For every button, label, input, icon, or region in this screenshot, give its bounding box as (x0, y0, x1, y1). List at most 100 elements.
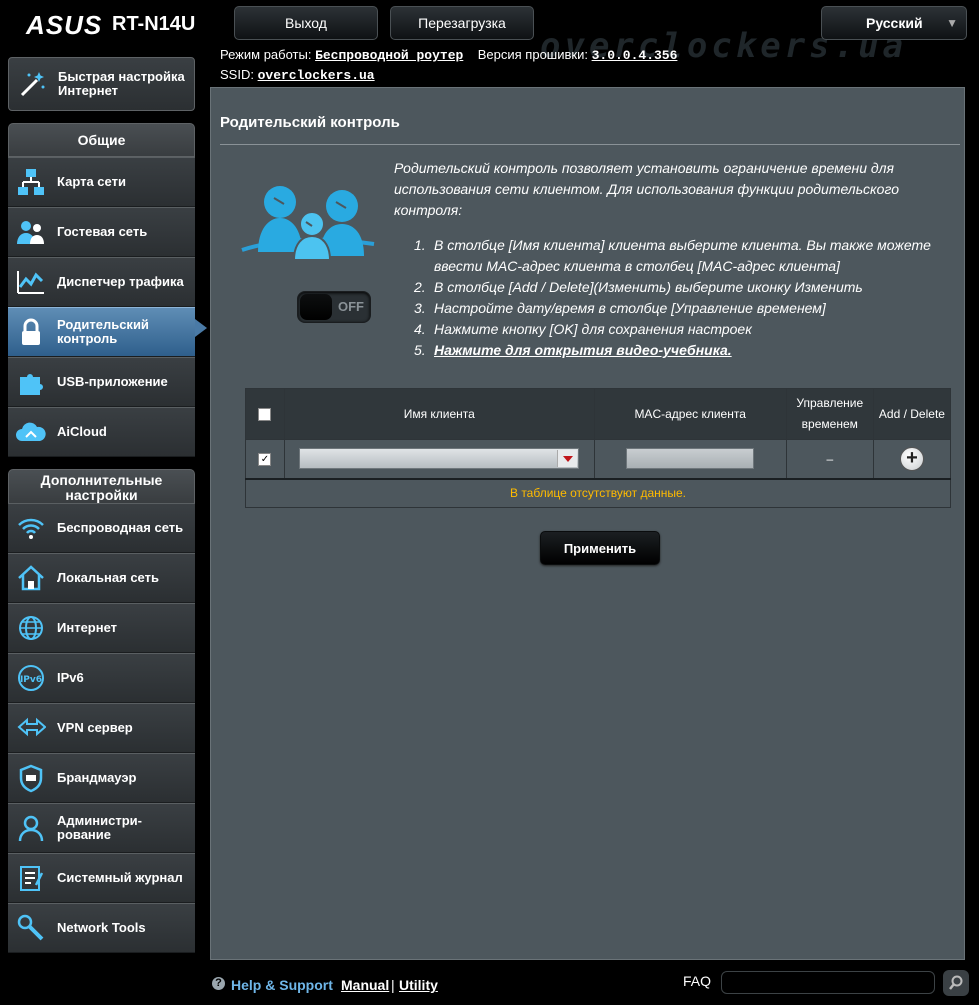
model-name: RT-N14U (112, 13, 196, 35)
sidebar-item-wireless[interactable]: Беспроводная сеть (8, 503, 195, 553)
apply-button[interactable]: Применить (540, 531, 660, 565)
log-icon (15, 862, 47, 894)
mode-label: Режим работы: (220, 47, 312, 62)
toggle-state: OFF (338, 299, 364, 314)
active-indicator (195, 319, 207, 337)
language-select[interactable]: Русский ▼ (821, 6, 967, 40)
sidebar-item-traffic-manager[interactable]: Диспетчер трафика (8, 257, 195, 307)
traffic-manager-icon (15, 266, 47, 298)
dropdown-arrow-icon (557, 450, 578, 468)
add-cell: + (872, 439, 952, 479)
sidebar-item-usb-application[interactable]: USB-приложение (8, 357, 195, 407)
sidebar-item-label: VPN сервер (57, 720, 133, 735)
select-all-header (245, 388, 285, 440)
general-header: Общие (8, 123, 195, 157)
add-icon[interactable]: + (899, 446, 924, 471)
advanced-header: Дополнительные настройки (8, 469, 195, 504)
mac-address-input[interactable] (626, 448, 755, 470)
cloud-icon (15, 416, 47, 448)
client-table: Имя клиента MAC-адрес клиента Управление… (245, 388, 952, 508)
sidebar-item-label: Администри-рование (57, 813, 142, 842)
help-icon: ? (212, 977, 225, 990)
quick-setup-label: Быстрая настройка Интернет (58, 69, 185, 98)
language-value: Русский (866, 15, 923, 31)
sidebar-item-label: Системный журнал (57, 870, 183, 885)
client-name-header: Имя клиента (283, 388, 595, 440)
ssid-link[interactable]: overclockers.ua (258, 68, 375, 83)
sidebar-item-label: IPv6 (57, 670, 84, 685)
mode-link[interactable]: Беспроводной роутер (315, 48, 463, 63)
guest-network-icon (15, 216, 47, 248)
sidebar-item-system-log[interactable]: Системный журнал (8, 853, 195, 903)
asus-logo: ASUS (26, 10, 103, 40)
sidebar-item-lan[interactable]: Локальная сеть (8, 553, 195, 603)
add-delete-header: Add / Delete (872, 388, 952, 440)
sidebar-item-aicloud[interactable]: AiCloud (8, 407, 195, 457)
wifi-icon (15, 512, 47, 544)
instructions-list: 1. В столбце [Имя клиента] клиента выбери… (414, 235, 954, 361)
sidebar-item-label: Локальная сеть (57, 570, 159, 585)
sidebar-item-label: Network Tools (57, 920, 146, 935)
manual-link[interactable]: Manual (341, 977, 389, 993)
select-all-checkbox[interactable] (258, 407, 272, 421)
quick-setup-button[interactable]: Быстрая настройка Интернет (8, 57, 195, 111)
sidebar-item-label: Карта сети (57, 174, 126, 189)
row-checkbox[interactable]: ✓ (258, 452, 272, 466)
utility-link[interactable]: Utility (399, 977, 438, 993)
mac-address-header: MAC-адрес клиента (593, 388, 787, 440)
title-divider (220, 144, 960, 145)
ipv6-icon: IPv6 (15, 662, 47, 694)
sidebar-item-firewall[interactable]: Брандмауэр (8, 753, 195, 803)
sidebar-item-network-tools[interactable]: Network Tools (8, 903, 195, 953)
instruction-step: 3. Настройте дату/время в столбце [Управл… (414, 300, 826, 316)
mac-cell (593, 439, 787, 479)
table-row: ✓ – + (245, 439, 952, 479)
help-support-link[interactable]: Help & Support (231, 977, 333, 993)
time-control-cell: – (785, 439, 874, 479)
puzzle-icon (15, 366, 47, 398)
parental-control-toggle[interactable]: OFF (297, 291, 371, 323)
sidebar-item-label: Интернет (57, 620, 118, 635)
firmware-link[interactable]: 3.0.0.4.356 (592, 48, 678, 63)
page-title: Родительский контроль (220, 114, 400, 131)
vpn-icon (15, 712, 47, 744)
sidebar-item-label: Диспетчер трафика (57, 274, 184, 289)
logout-button[interactable]: Выход (234, 6, 378, 40)
sidebar-item-network-map[interactable]: Карта сети (8, 157, 195, 207)
sidebar-item-label: USB-приложение (57, 374, 168, 389)
sidebar-item-label: Брандмауэр (57, 770, 137, 785)
client-cell (283, 439, 595, 479)
sidebar-item-internet[interactable]: Интернет (8, 603, 195, 653)
reboot-button[interactable]: Перезагрузка (390, 6, 534, 40)
toggle-knob (300, 294, 332, 320)
table-row: В таблице отсутствуют данные. (245, 477, 951, 508)
empty-message: В таблице отсутствуют данные. (245, 477, 951, 508)
home-icon (15, 562, 47, 594)
sidebar-item-vpn-server[interactable]: VPN сервер (8, 703, 195, 753)
sidebar-item-parental-control[interactable]: Родительский контроль (8, 307, 195, 357)
sidebar-item-label: Родительский контроль (57, 317, 149, 346)
search-icon[interactable] (943, 970, 969, 996)
row-check-cell: ✓ (245, 439, 285, 479)
instruction-step: 4. Нажмите кнопку [OK] для сохранения нас… (414, 321, 752, 337)
sidebar-item-guest-network[interactable]: Гостевая сеть (8, 207, 195, 257)
lock-icon (15, 316, 47, 348)
instruction-step: 1. В столбце [Имя клиента] клиента выбери… (414, 237, 931, 274)
ssid-line: SSID: overclockers.ua (220, 67, 375, 83)
client-name-select[interactable] (299, 448, 580, 470)
network-map-icon (15, 166, 47, 198)
sidebar-item-label: Беспроводная сеть (57, 520, 184, 535)
video-tutorial-link[interactable]: 5. Нажмите для открытия видео-учебника. (414, 340, 954, 361)
faq-search-input[interactable] (721, 971, 935, 994)
footer-separator: | (391, 977, 395, 993)
description-text: Родительский контроль позволяет установи… (394, 160, 899, 218)
ssid-label: SSID: (220, 67, 254, 82)
chevron-down-icon: ▼ (946, 16, 958, 30)
sidebar-item-ipv6[interactable]: IPv6 IPv6 (8, 653, 195, 703)
time-control-header: Управление временем (785, 388, 874, 440)
sidebar-item-label: Гостевая сеть (57, 224, 148, 239)
globe-icon (15, 612, 47, 644)
sidebar-item-administration[interactable]: Администри-рование (8, 803, 195, 853)
faq-label: FAQ (683, 973, 712, 989)
sidebar-item-label: AiCloud (57, 424, 107, 439)
